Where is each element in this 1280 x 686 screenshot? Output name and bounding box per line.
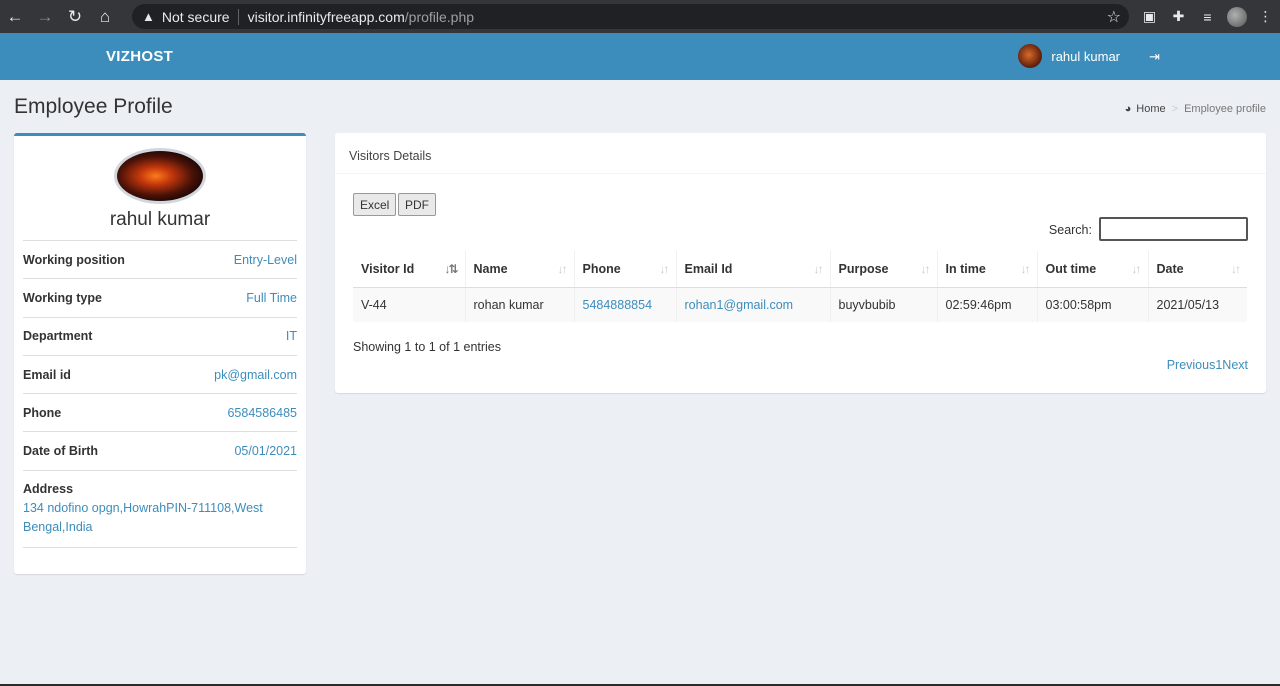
info-value[interactable]: Full Time xyxy=(246,291,297,305)
dashboard-icon: ◕ xyxy=(1124,103,1132,115)
column-label: Email Id xyxy=(684,261,733,276)
app-header: VIZHOST rahul kumar ⇥ xyxy=(0,33,1280,80)
cell-out-time: 03:00:58pm xyxy=(1036,287,1148,322)
sort-icon: ↓↑ xyxy=(1131,262,1142,276)
sort-icon: ↓↑ xyxy=(659,262,670,276)
info-label: Address xyxy=(23,481,74,496)
profile-name: rahul kumar xyxy=(109,209,211,230)
omnibox-divider xyxy=(237,8,239,25)
bookmark-star-icon[interactable]: ☆ xyxy=(1107,7,1121,27)
column-header-phone[interactable]: Phone ↓↑ xyxy=(573,251,676,288)
back-icon[interactable]: ← xyxy=(0,0,30,33)
sort-icon: ↓↑ xyxy=(557,262,568,276)
sign-out-icon[interactable]: ⇥ xyxy=(1149,49,1160,65)
warning-icon: ▲ xyxy=(142,9,155,24)
table-row: V-44 rohan kumar 5484888854 rohan1@gmail… xyxy=(353,287,1247,322)
cell-date: 2021/05/13 xyxy=(1147,287,1247,322)
breadcrumb-separator: > xyxy=(1171,103,1179,115)
info-item-department: Department IT xyxy=(23,316,297,355)
info-value[interactable]: 6584586485 xyxy=(227,406,297,420)
profile-info-list: Working position Entry-Level Working typ… xyxy=(23,240,297,548)
reload-icon[interactable]: ↻ xyxy=(60,0,90,33)
column-label: Name xyxy=(473,261,508,276)
info-label: Date of Birth xyxy=(23,444,98,459)
column-label: Purpose xyxy=(838,261,889,276)
extension-icon[interactable]: ▣ xyxy=(1135,0,1164,33)
info-item-phone: Phone 6584586485 xyxy=(23,393,297,431)
sort-icon: ↓↑ xyxy=(920,262,931,276)
info-item-address: Address 134 ndofino opgn,HowrahPIN-71110… xyxy=(23,469,297,548)
column-header-purpose[interactable]: Purpose ↓↑ xyxy=(829,251,937,288)
info-label: Phone xyxy=(23,405,62,420)
column-header-date[interactable]: Date ↓↑ xyxy=(1147,251,1247,288)
search-input[interactable] xyxy=(1099,217,1248,241)
info-item-email: Email id pk@gmail.com xyxy=(23,354,297,393)
info-item-working-type: Working type Full Time xyxy=(23,278,297,316)
cell-email[interactable]: rohan1@gmail.com xyxy=(675,287,830,322)
info-label: Working position xyxy=(23,252,125,267)
home-icon[interactable]: ⌂ xyxy=(90,0,120,33)
user-avatar xyxy=(1018,44,1043,68)
sort-icon: ↓↑ xyxy=(1231,262,1241,276)
profile-icon[interactable] xyxy=(1222,0,1251,33)
visitors-title: Visitors Details xyxy=(335,133,1266,174)
info-value[interactable]: IT xyxy=(286,329,297,343)
reading-list-icon[interactable]: ≡ xyxy=(1193,0,1222,33)
info-value[interactable]: 05/01/2021 xyxy=(234,444,297,458)
url-host: visitor.infinityfreeapp.com xyxy=(247,8,405,25)
breadcrumb-home[interactable]: Home xyxy=(1136,103,1165,115)
info-label: Department xyxy=(23,329,93,344)
column-label: Phone xyxy=(582,261,621,276)
column-header-email[interactable]: Email Id ↓↑ xyxy=(675,251,830,288)
profile-picture xyxy=(114,148,206,204)
security-label: Not secure xyxy=(161,8,230,25)
column-label: Out time xyxy=(1045,261,1097,276)
cell-name: rohan kumar xyxy=(464,287,574,322)
profile-card: rahul kumar Working position Entry-Level… xyxy=(14,133,306,574)
puzzle-icon[interactable]: ✚ xyxy=(1164,0,1193,33)
column-header-name[interactable]: Name ↓↑ xyxy=(464,251,574,288)
pagination[interactable]: Previous1Next xyxy=(1167,358,1248,372)
info-item-working-position: Working position Entry-Level xyxy=(23,240,297,278)
sort-icon: ↓↑ xyxy=(1020,262,1031,276)
column-header-visitor-id[interactable]: Visitor Id ↓⇅ xyxy=(353,251,465,288)
menu-dots-icon[interactable]: ⋮ xyxy=(1251,0,1280,33)
address-value[interactable]: 134 ndofino opgn,HowrahPIN-711108,West B… xyxy=(23,501,263,534)
info-value[interactable]: Entry-Level xyxy=(234,253,297,267)
column-header-in-time[interactable]: In time ↓↑ xyxy=(936,251,1037,288)
user-name: rahul kumar xyxy=(1051,48,1120,64)
search-label: Search: xyxy=(1048,223,1092,237)
breadcrumb: ◕ Home > Employee profile xyxy=(1125,103,1266,115)
cell-in-time: 02:59:46pm xyxy=(936,287,1037,322)
table-info: Showing 1 to 1 of 1 entries xyxy=(353,340,502,354)
sort-icon: ↓↑ xyxy=(813,262,824,276)
user-menu[interactable]: rahul kumar xyxy=(1018,44,1120,68)
excel-button[interactable]: Excel xyxy=(353,193,397,216)
browser-toolbar: ← → ↻ ⌂ ▲ Not secure visitor.infinityfre… xyxy=(0,0,1280,33)
sort-asc-icon: ↓⇅ xyxy=(444,262,458,276)
column-header-out-time[interactable]: Out time ↓↑ xyxy=(1036,251,1148,288)
visitors-card: Visitors Details Excel PDF Search: Visit… xyxy=(335,133,1266,393)
brand-logo[interactable]: VIZHOST xyxy=(106,48,173,65)
info-item-date-of-birth: Date of Birth 05/01/2021 xyxy=(23,431,297,469)
cell-visitor-id: V-44 xyxy=(353,287,465,322)
page-title: Employee Profile xyxy=(14,95,173,118)
table-header-row: Visitor Id ↓⇅ Name ↓↑ Phone ↓↑ Email Id ↓↑ P… xyxy=(353,251,1247,288)
breadcrumb-current: Employee profile xyxy=(1184,103,1266,115)
cell-purpose: buyvbubib xyxy=(829,287,937,322)
address-bar[interactable]: ▲ Not secure visitor.infinityfreeapp.com… xyxy=(132,4,1129,29)
pdf-button[interactable]: PDF xyxy=(398,193,436,216)
info-value[interactable]: pk@gmail.com xyxy=(214,368,297,382)
url-path: /profile.php xyxy=(404,8,475,25)
info-label: Email id xyxy=(23,367,71,382)
info-label: Working type xyxy=(23,290,102,305)
column-label: In time xyxy=(945,261,986,276)
forward-icon[interactable]: → xyxy=(30,0,60,33)
cell-phone[interactable]: 5484888854 xyxy=(573,287,676,322)
column-label: Visitor Id xyxy=(361,261,415,276)
visitors-table: Visitor Id ↓⇅ Name ↓↑ Phone ↓↑ Email Id ↓↑ P… xyxy=(353,251,1247,322)
column-label: Date xyxy=(1156,261,1184,276)
